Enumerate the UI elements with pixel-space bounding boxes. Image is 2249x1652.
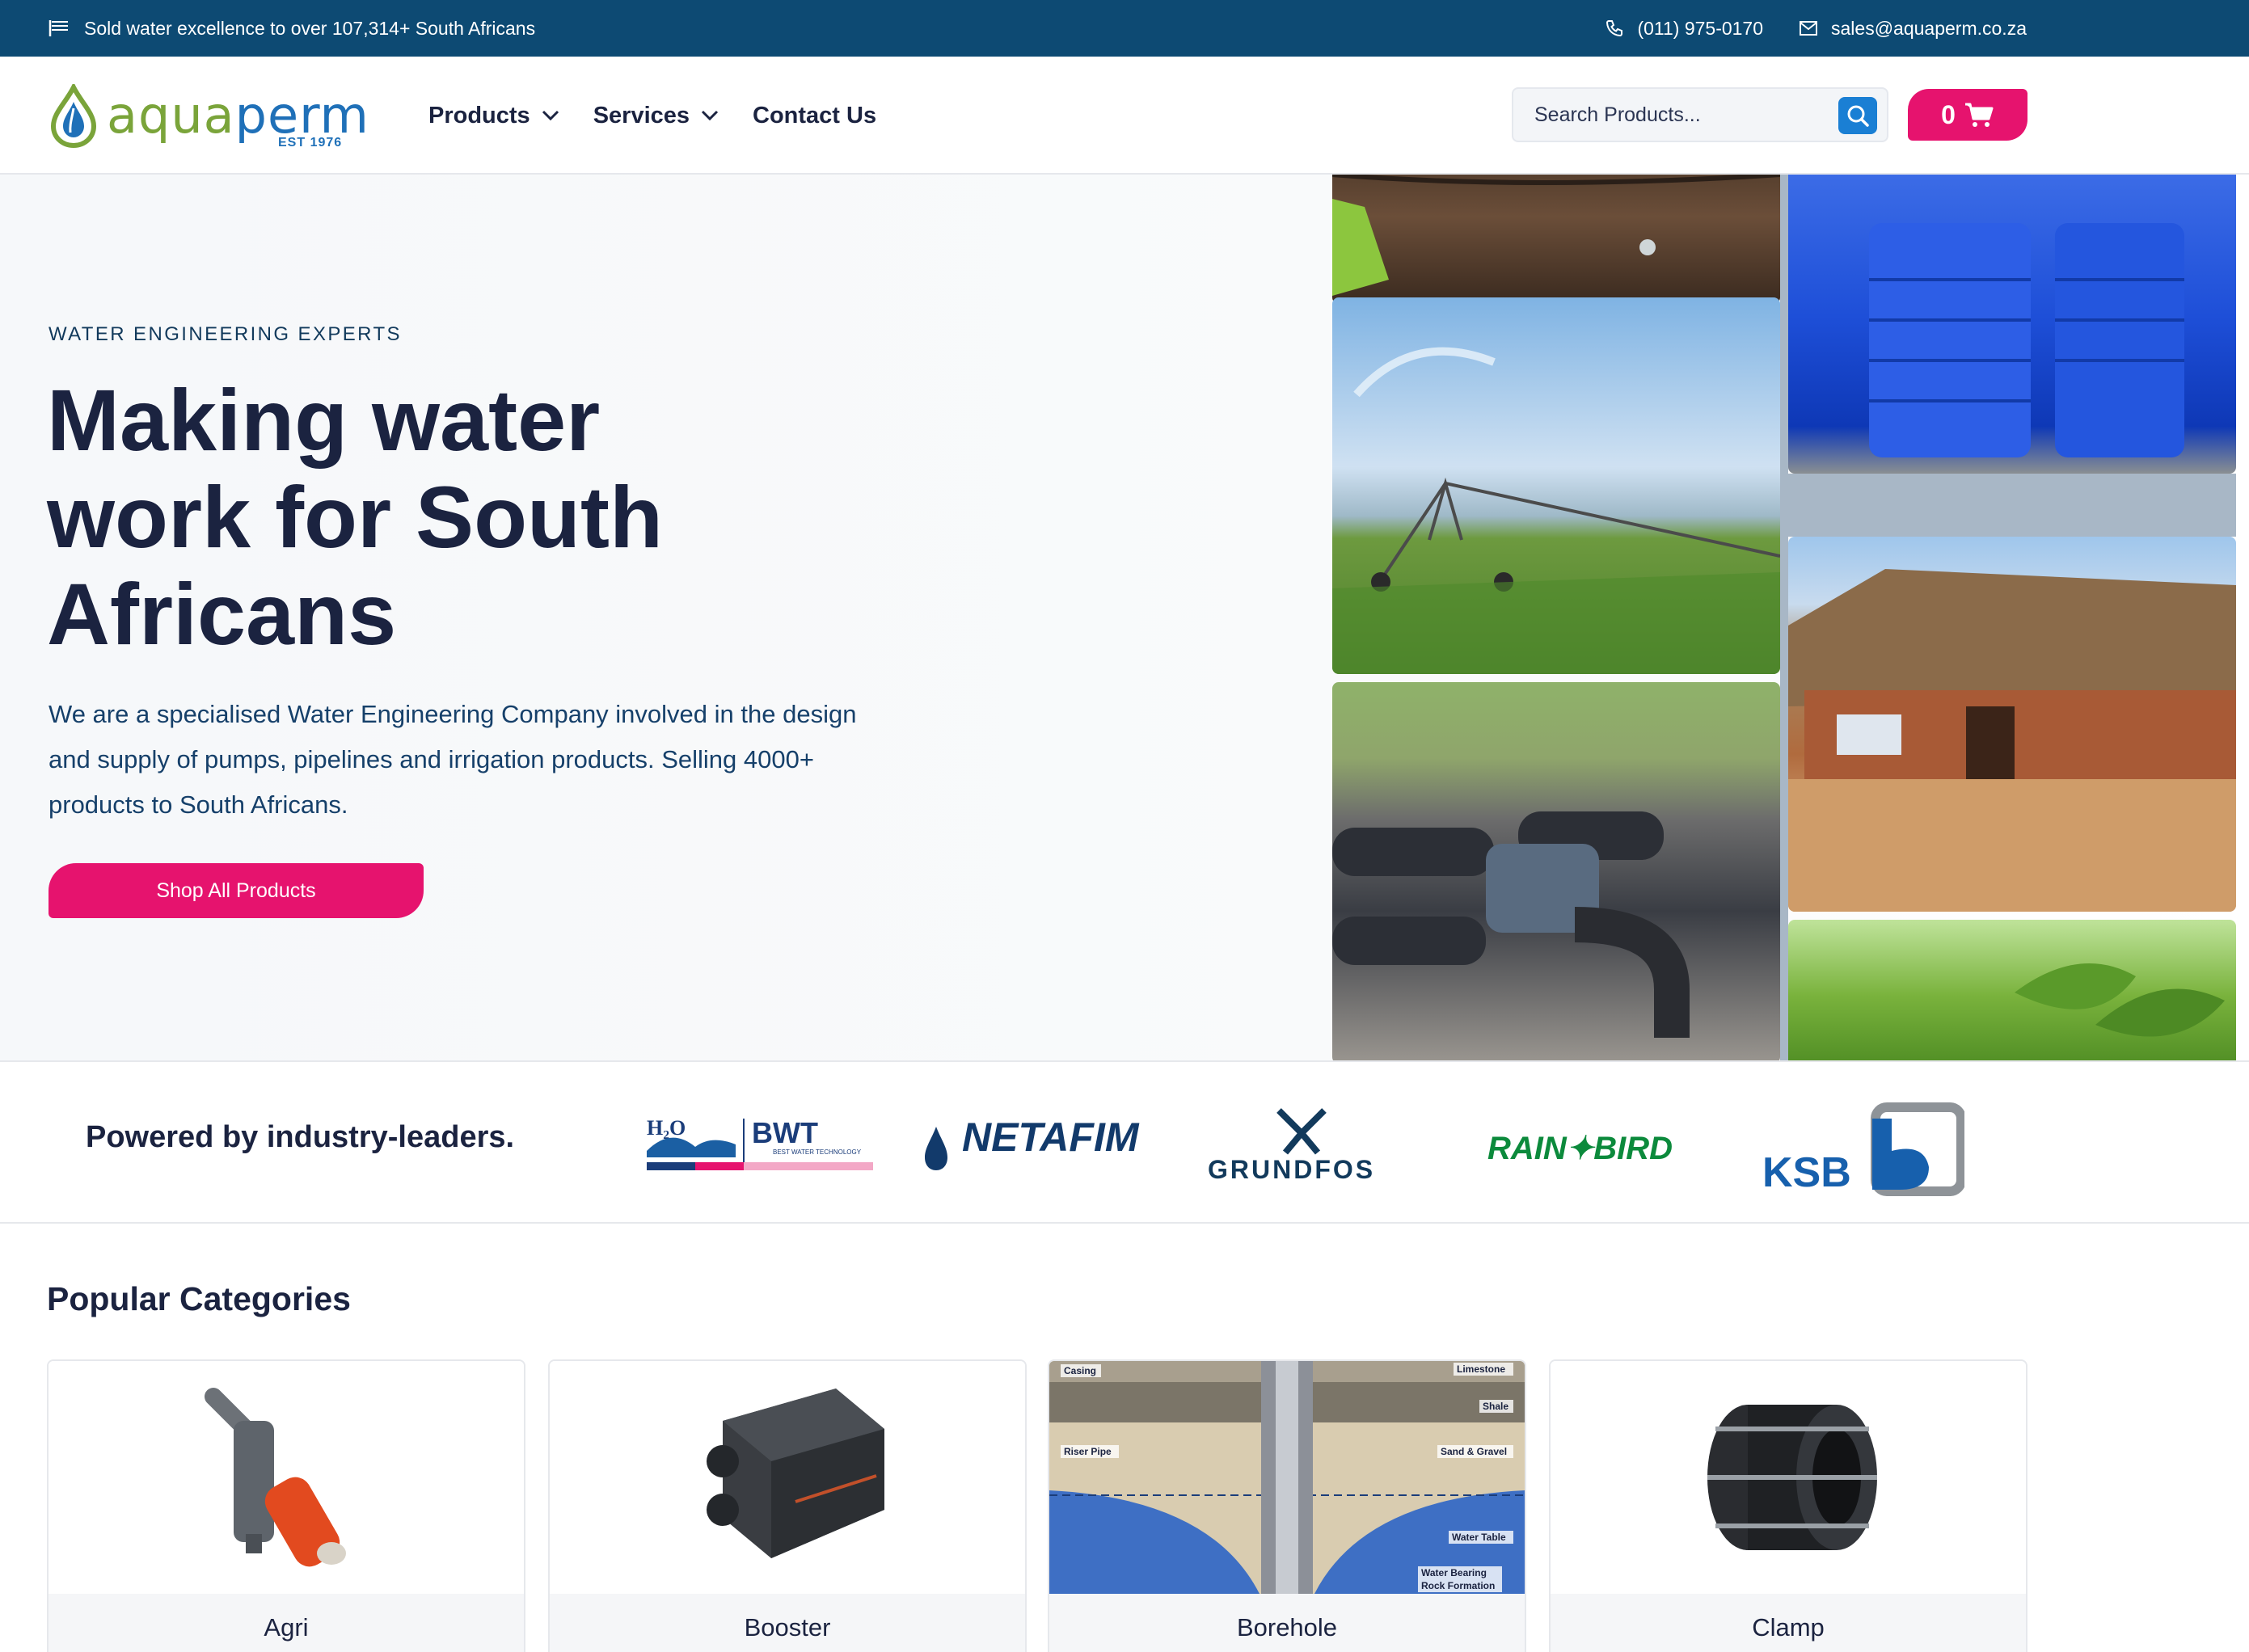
svg-text:GRUNDFOS: GRUNDFOS bbox=[1208, 1155, 1375, 1183]
category-label-area: Borehole bbox=[1049, 1594, 1525, 1652]
hero-section: WATER ENGINEERING EXPERTS Making water w… bbox=[0, 175, 2249, 1060]
category-label: Agri bbox=[264, 1613, 309, 1641]
top-bar: Sold water excellence to over 107,314+ S… bbox=[0, 0, 2249, 57]
booster-pump-image bbox=[550, 1361, 1025, 1594]
cart-icon bbox=[1964, 103, 1994, 127]
chevron-down-icon bbox=[542, 110, 559, 121]
phone-number: (011) 975-0170 bbox=[1637, 17, 1764, 39]
svg-text:BEST WATER TECHNOLOGY: BEST WATER TECHNOLOGY bbox=[773, 1148, 862, 1156]
category-label: Booster bbox=[744, 1613, 831, 1641]
category-card-agri[interactable]: Agri bbox=[47, 1359, 525, 1652]
site-header: aquaperm EST 1976 Products Services Cont… bbox=[0, 57, 2249, 175]
category-label: Clamp bbox=[1752, 1613, 1825, 1641]
nav-services[interactable]: Services bbox=[593, 103, 719, 129]
center-pivot-irrigation-image bbox=[1332, 297, 1780, 674]
category-label-area: Clamp bbox=[1551, 1594, 2026, 1652]
email-address: sales@aquaperm.co.za bbox=[1831, 17, 2027, 39]
cart-count: 0 bbox=[1941, 99, 1956, 129]
hero-description: We are a specialised Water Engineering C… bbox=[49, 700, 857, 819]
nav-services-label: Services bbox=[593, 102, 690, 129]
flag-icon bbox=[49, 19, 70, 37]
logo-est: EST 1976 bbox=[278, 136, 343, 150]
email-link[interactable]: sales@aquaperm.co.za bbox=[1799, 18, 2027, 40]
svg-text:KSB: KSB bbox=[1762, 1149, 1851, 1196]
top-bar-tagline: Sold water excellence to over 107,314+ S… bbox=[49, 0, 535, 57]
nav-contact-us[interactable]: Contact Us bbox=[753, 103, 876, 129]
hero-gallery-divider bbox=[1780, 175, 1788, 1060]
svg-text:Sand & Gravel: Sand & Gravel bbox=[1441, 1446, 1507, 1457]
search-button[interactable] bbox=[1838, 97, 1877, 134]
svg-text:RAIN✦BIRD: RAIN✦BIRD bbox=[1487, 1131, 1673, 1166]
borehole-diagram-image: Casing Limestone Shale Riser Pipe Sand &… bbox=[1049, 1361, 1525, 1594]
crop-leaves-image bbox=[1788, 920, 2236, 1060]
chevron-down-icon bbox=[701, 110, 719, 121]
aquaperm-office-building-image bbox=[1788, 537, 2236, 912]
nav-products[interactable]: Products bbox=[428, 103, 559, 129]
search-box bbox=[1512, 87, 1888, 142]
category-card-clamp[interactable]: Clamp bbox=[1549, 1359, 2027, 1652]
phone-icon bbox=[1605, 19, 1624, 38]
grundfos-logo[interactable]: GRUNDFOS bbox=[1205, 1102, 1402, 1184]
svg-text:NETAFIM: NETAFIM bbox=[962, 1115, 1140, 1160]
water-tanks-image bbox=[1788, 175, 2236, 474]
category-card-booster[interactable]: Booster bbox=[548, 1359, 1027, 1652]
search-icon bbox=[1847, 105, 1869, 127]
category-label: Borehole bbox=[1236, 1613, 1338, 1641]
ksb-logo[interactable]: KSB bbox=[1762, 1102, 1966, 1196]
svg-text:Water Table: Water Table bbox=[1452, 1532, 1506, 1543]
cart-button[interactable]: 0 bbox=[1908, 89, 2027, 141]
svg-text:Casing: Casing bbox=[1064, 1365, 1096, 1376]
nav-products-label: Products bbox=[428, 102, 530, 129]
brands-title: Powered by industry-leaders. bbox=[86, 1120, 515, 1154]
category-card-borehole[interactable]: Casing Limestone Shale Riser Pipe Sand &… bbox=[1048, 1359, 1526, 1652]
hero-gallery-divider bbox=[1788, 474, 2236, 537]
popular-categories-title: Popular Categories bbox=[47, 1280, 351, 1317]
rainbird-logo[interactable]: RAIN✦BIRD bbox=[1487, 1102, 1681, 1183]
mail-icon bbox=[1799, 20, 1818, 36]
svg-text:Rock Formation: Rock Formation bbox=[1421, 1580, 1495, 1591]
h2o-bwt-logo[interactable]: H₂O BWT BEST WATER TECHNOLOGY bbox=[647, 1102, 873, 1183]
svg-text:Limestone: Limestone bbox=[1457, 1363, 1505, 1375]
svg-text:Riser Pipe: Riser Pipe bbox=[1064, 1446, 1112, 1457]
netafim-logo[interactable]: NETAFIM bbox=[922, 1102, 1156, 1183]
water-drop-logo-icon bbox=[50, 84, 97, 149]
netafim-filter-system-image bbox=[1332, 682, 1780, 1060]
category-label-area: Agri bbox=[49, 1594, 524, 1652]
phone-link[interactable]: (011) 975-0170 bbox=[1605, 18, 1763, 40]
main-nav: Products Services Contact Us bbox=[428, 57, 876, 175]
aquaperm-logo[interactable]: aquaperm EST 1976 bbox=[47, 81, 369, 154]
svg-text:BWT: BWT bbox=[752, 1116, 818, 1149]
svg-text:H₂O: H₂O bbox=[647, 1116, 686, 1140]
hero-eyebrow: WATER ENGINEERING EXPERTS bbox=[49, 323, 402, 345]
hero-headline: Making water work for South Africans bbox=[47, 371, 663, 663]
shop-all-products-button[interactable]: Shop All Products bbox=[49, 863, 424, 918]
nav-contact-label: Contact Us bbox=[753, 102, 877, 129]
brands-strip: Powered by industry-leaders. H₂O BWT BES… bbox=[0, 1060, 2249, 1224]
drip-irrigation-soil-image bbox=[1332, 175, 1780, 304]
category-label-area: Booster bbox=[550, 1594, 1025, 1652]
clamp-coupling-image bbox=[1551, 1361, 2026, 1594]
tagline-text: Sold water excellence to over 107,314+ S… bbox=[84, 17, 536, 39]
svg-text:Shale: Shale bbox=[1483, 1401, 1508, 1412]
svg-text:Water Bearing: Water Bearing bbox=[1421, 1567, 1487, 1578]
search-input[interactable] bbox=[1534, 89, 1825, 141]
agri-filter-image bbox=[49, 1361, 524, 1594]
